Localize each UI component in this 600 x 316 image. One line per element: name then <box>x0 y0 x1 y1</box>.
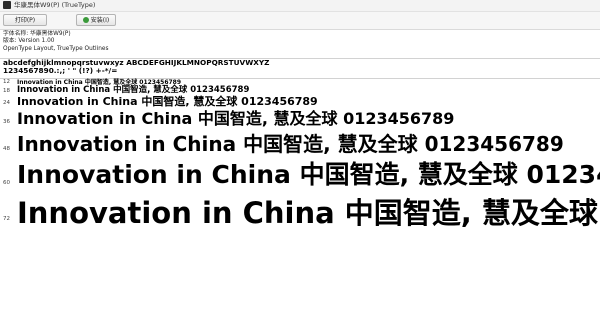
title-bar: 华康黑体W9(P) (TrueType) <box>0 0 600 12</box>
sample-text-36: Innovation in China 中国智造, 慧及全球 012345678… <box>17 109 455 128</box>
sample-text-72: Innovation in China 中国智造, 慧及全球 012345678… <box>17 196 600 230</box>
size-label-24: 24 <box>3 100 10 106</box>
size-label-36: 36 <box>3 119 10 125</box>
toolbar: 打印(P) 安装(I) <box>0 12 600 30</box>
install-button-label: 安装(I) <box>90 17 110 24</box>
font-outline-text: OpenType Layout, TrueType Outlines <box>3 45 109 52</box>
font-version-text: 版本: Version 1.00 <box>3 38 55 45</box>
sample-text-48: Innovation in China 中国智造, 慧及全球 012345678… <box>17 132 564 156</box>
character-set-preview: abcdefghijklmnopqrstuvwxyz ABCDEFGHIJKLM… <box>3 59 269 76</box>
window-title: 华康黑体W9(P) (TrueType) <box>14 1 96 9</box>
size-label-72: 72 <box>3 216 10 222</box>
charset-symbols: 1234567890.:,; ' " (!?) +-*/= <box>3 66 118 75</box>
size-label-12: 12 <box>3 79 10 85</box>
sample-text-60: Innovation in China 中国智造, 慧及全球 012345678… <box>17 160 600 189</box>
size-label-18: 18 <box>3 88 10 94</box>
sample-text-24: Innovation in China 中国智造, 慧及全球 012345678… <box>17 95 318 108</box>
install-shield-icon <box>82 16 89 23</box>
font-file-icon <box>3 1 11 9</box>
font-info: 字体名称: 华康黑体W9(P) 版本: Version 1.00 OpenTyp… <box>3 31 109 53</box>
print-button[interactable]: 打印(P) <box>3 14 47 26</box>
size-label-48: 48 <box>3 146 10 152</box>
install-button[interactable]: 安装(I) <box>76 14 116 26</box>
size-label-60: 60 <box>3 180 10 186</box>
